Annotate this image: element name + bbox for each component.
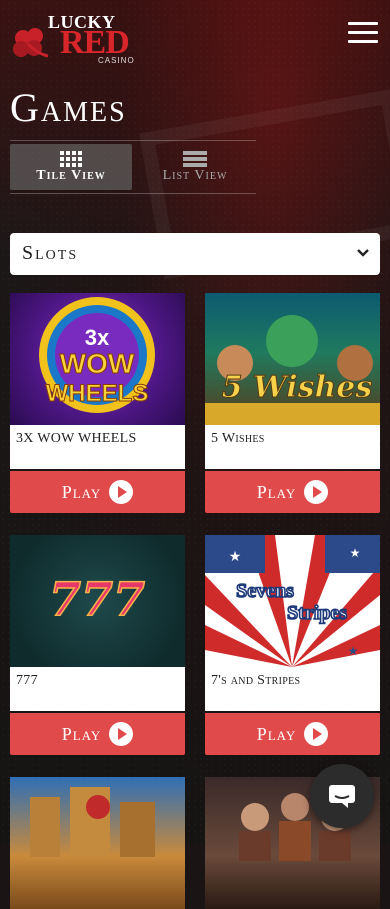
- game-name: 3X WOW WHEELS: [10, 425, 185, 469]
- game-thumbnail[interactable]: ★ ★ ★ Sevens Stripes: [205, 535, 380, 667]
- chat-bubble-icon: [329, 785, 355, 808]
- game-thumbnail[interactable]: 5 Wishes: [205, 293, 380, 425]
- svg-text:Sevens: Sevens: [236, 580, 294, 602]
- play-button[interactable]: Play: [10, 713, 185, 755]
- list-view-button[interactable]: List View: [134, 144, 256, 190]
- clover-logo-icon: [13, 28, 49, 58]
- svg-text:Stripes: Stripes: [287, 602, 347, 624]
- play-label: Play: [256, 481, 297, 502]
- brand-sub-text: CASINO: [98, 56, 135, 65]
- svg-text:WOW: WOW: [60, 348, 135, 379]
- game-thumbnail[interactable]: [10, 777, 185, 909]
- play-label: Play: [256, 723, 297, 744]
- wow-wheels-art: 3x WOW WHEELS: [39, 297, 155, 413]
- view-toggle: Tile View List View: [10, 140, 256, 194]
- grid-icon: [60, 151, 82, 167]
- header: LUCKY RED CASINO: [0, 0, 390, 80]
- list-view-label: List View: [162, 168, 228, 183]
- page-title: Games: [10, 85, 127, 130]
- play-button[interactable]: Play: [10, 471, 185, 513]
- game-card: 3x WOW WHEELS 3X WOW WHEELS Play: [10, 293, 185, 513]
- seven-seven-seven-art: 777: [48, 571, 146, 627]
- list-icon: [183, 151, 207, 167]
- play-button[interactable]: Play: [205, 471, 380, 513]
- menu-line: [348, 31, 378, 34]
- play-circle-icon: [109, 722, 134, 746]
- tile-view-label: Tile View: [36, 168, 106, 183]
- svg-text:5 Wishes: 5 Wishes: [222, 370, 373, 405]
- play-button[interactable]: Play: [205, 713, 380, 755]
- brand-logo[interactable]: LUCKY RED CASINO: [10, 12, 150, 72]
- game-name: 5 Wishes: [205, 425, 380, 469]
- game-name: 7's and Stripes: [205, 667, 380, 711]
- ancient-city-art: [30, 787, 155, 857]
- menu-line: [348, 22, 378, 25]
- svg-text:★: ★: [229, 549, 242, 565]
- play-circle-icon: [109, 480, 134, 504]
- svg-text:★: ★: [350, 546, 361, 560]
- game-name: 777: [10, 667, 185, 711]
- play-label: Play: [61, 723, 102, 744]
- svg-text:3x: 3x: [85, 325, 110, 350]
- play-circle-icon: [304, 480, 329, 504]
- game-card: 777 777 Play: [10, 535, 185, 755]
- game-card: 5 Wishes 5 Wishes Play: [205, 293, 380, 513]
- game-card: ★ ★ ★ Sevens Stripes 7's and Stripes Pla…: [205, 535, 380, 755]
- game-card: [10, 777, 185, 909]
- category-select-value: Slots: [22, 242, 79, 264]
- five-wishes-art: 5 Wishes: [205, 315, 380, 425]
- play-label: Play: [61, 481, 102, 502]
- menu-line: [348, 40, 378, 43]
- game-thumbnail[interactable]: 777: [10, 535, 185, 667]
- svg-text:WHEELS: WHEELS: [46, 380, 149, 407]
- category-select[interactable]: Slots: [10, 233, 380, 275]
- sevens-stripes-art: ★ ★ ★ Sevens Stripes: [205, 535, 380, 667]
- game-thumbnail[interactable]: 3x WOW WHEELS: [10, 293, 185, 425]
- hamburger-menu-icon[interactable]: [348, 22, 378, 44]
- svg-text:777: 777: [49, 572, 145, 626]
- play-circle-icon: [304, 722, 329, 746]
- chat-button[interactable]: [310, 764, 374, 828]
- chevron-down-icon: [357, 249, 369, 257]
- tile-view-button[interactable]: Tile View: [10, 144, 132, 190]
- svg-text:★: ★: [348, 644, 359, 658]
